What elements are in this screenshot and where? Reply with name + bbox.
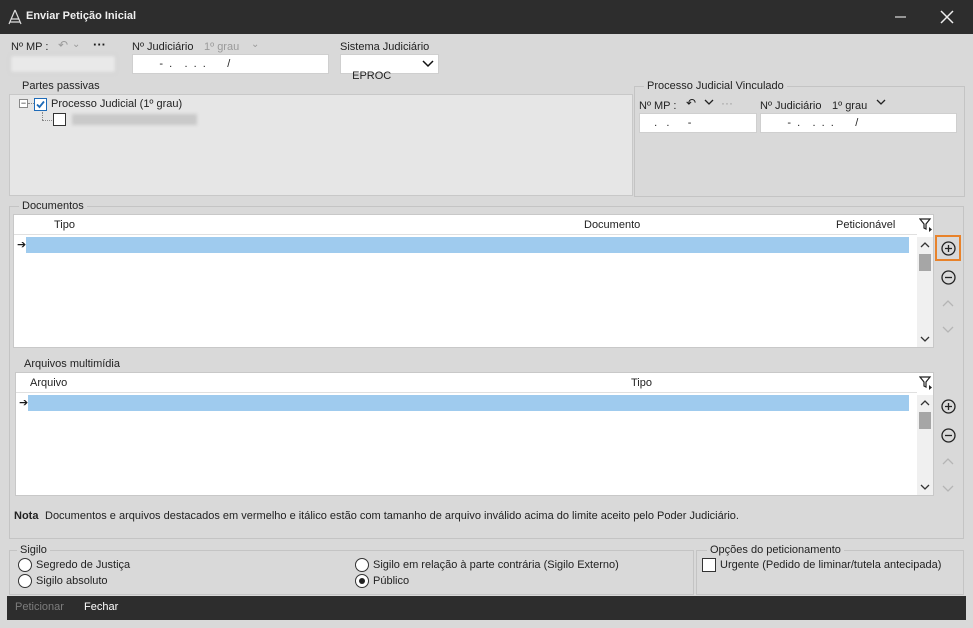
- tree-collapse-icon[interactable]: −: [19, 99, 28, 108]
- sistema-label: Sistema Judiciário: [340, 41, 430, 53]
- move-up-arquivo-button[interactable]: [935, 451, 961, 477]
- urgente-label: Urgente (Pedido de liminar/tutela anteci…: [720, 559, 942, 571]
- radio-externo-label: Sigilo em relação à parte contrária (Sig…: [373, 559, 619, 571]
- sigilo-title: Sigilo: [17, 544, 50, 556]
- vinc-grau-chevron-icon[interactable]: [876, 99, 886, 107]
- chevron-down-icon[interactable]: ⌄: [72, 39, 80, 50]
- njud-input[interactable]: - . . . . /: [132, 54, 329, 74]
- arquivos-scroll-up-icon[interactable]: [920, 399, 930, 407]
- vinc-more-icon[interactable]: ···: [721, 96, 733, 110]
- vinc-nmp-input[interactable]: . . -: [639, 113, 757, 133]
- close-button[interactable]: [924, 0, 970, 34]
- nmp-label: Nº MP :: [11, 41, 49, 53]
- radio-segredo-label: Segredo de Justiça: [36, 559, 131, 571]
- njud-label: Nº Judiciário: [132, 41, 194, 53]
- footer-bar: Peticionar Fechar: [7, 596, 966, 620]
- radio-publico[interactable]: [355, 574, 369, 588]
- minus-circle-icon: [940, 270, 956, 285]
- remove-documento-button[interactable]: [935, 265, 961, 291]
- arquivos-scrollbar[interactable]: [917, 395, 933, 495]
- move-down-documento-button[interactable]: [935, 320, 961, 346]
- partes-title: Partes passivas: [19, 80, 103, 92]
- urgente-checkbox[interactable]: [702, 558, 716, 572]
- radio-absoluto[interactable]: [18, 574, 32, 588]
- remove-arquivo-button[interactable]: [935, 423, 961, 449]
- add-documento-button[interactable]: [935, 235, 961, 261]
- nmp-input[interactable]: [10, 55, 116, 73]
- undo-icon[interactable]: ↶: [58, 38, 68, 52]
- more-icon[interactable]: ···: [93, 37, 106, 52]
- vinc-nmp-label: Nº MP :: [639, 100, 677, 112]
- minus-circle-icon: [940, 428, 956, 443]
- tree-root-label: Processo Judicial (1º grau): [51, 98, 183, 110]
- radio-publico-label: Público: [373, 575, 410, 587]
- documentos-title: Documentos: [19, 200, 87, 212]
- chevron-down-icon: [942, 485, 954, 492]
- plus-circle-icon: [940, 240, 956, 256]
- arquivos-title: Arquivos multimídia: [21, 358, 123, 370]
- move-up-documento-button[interactable]: [935, 293, 961, 319]
- radio-absoluto-label: Sigilo absoluto: [36, 575, 108, 587]
- njud-grau: 1º grau: [204, 41, 240, 53]
- fechar-button[interactable]: Fechar: [84, 601, 118, 613]
- radio-segredo[interactable]: [18, 558, 32, 572]
- documentos-grid: Tipo Documento Peticionável ➔: [13, 214, 934, 348]
- nota-label: Nota: [14, 510, 39, 522]
- title-bar: Enviar Petição Inicial: [0, 0, 973, 34]
- vinculado-title: Processo Judicial Vinculado: [644, 80, 787, 92]
- add-arquivo-button[interactable]: [935, 394, 961, 420]
- close-icon: [940, 10, 954, 24]
- arquivos-filter-icon[interactable]: [919, 376, 933, 390]
- grau-chevron-down-icon[interactable]: ⌄: [251, 39, 259, 50]
- opcoes-title: Opções do peticionamento: [707, 544, 844, 556]
- plus-circle-icon: [940, 399, 956, 414]
- partes-tree: − Processo Judicial (1º grau): [9, 94, 633, 196]
- vinc-undo-icon[interactable]: ↶: [686, 96, 696, 110]
- vinc-njud-grau: 1º grau: [832, 100, 868, 112]
- processo-checkbox[interactable]: [34, 98, 47, 111]
- table-row[interactable]: [28, 395, 909, 411]
- parte-name: [72, 114, 197, 125]
- col-tipo-arquivo[interactable]: Tipo: [631, 377, 652, 389]
- arquivos-scroll-thumb[interactable]: [919, 412, 931, 429]
- col-arquivo[interactable]: Arquivo: [30, 377, 67, 389]
- checkmark-icon: [36, 100, 45, 109]
- filter-icon[interactable]: [919, 218, 933, 232]
- arquivos-grid: Arquivo Tipo ➔: [15, 372, 934, 496]
- window-title: Enviar Petição Inicial: [26, 10, 137, 22]
- scroll-thumb[interactable]: [919, 254, 931, 271]
- chevron-down-icon: [942, 326, 954, 333]
- vinc-njud-input[interactable]: - . . . . /: [760, 113, 957, 133]
- arquivos-scroll-down-icon[interactable]: [920, 483, 930, 491]
- minimize-button[interactable]: [878, 0, 924, 34]
- arquivos-header: Arquivo Tipo: [16, 373, 917, 393]
- dropdown-chevron-icon: [422, 60, 434, 68]
- chevron-up-icon: [942, 300, 954, 307]
- col-tipo[interactable]: Tipo: [54, 219, 75, 231]
- minimize-icon: [895, 16, 906, 18]
- sistema-select[interactable]: EPROC: [340, 54, 439, 82]
- nota-text: Documentos e arquivos destacados em verm…: [45, 510, 739, 522]
- vinc-njud-label: Nº Judiciário: [760, 100, 822, 112]
- app-logo-icon: [8, 9, 22, 25]
- parte-checkbox[interactable]: [53, 113, 66, 126]
- col-peticionavel[interactable]: Peticionável: [836, 219, 895, 231]
- arquivos-row-pointer-icon: ➔: [19, 397, 29, 409]
- documentos-header: Tipo Documento Peticionável: [14, 215, 917, 235]
- peticionar-button[interactable]: Peticionar: [15, 601, 64, 613]
- documentos-scrollbar[interactable]: [917, 237, 933, 347]
- sigilo-group: [9, 550, 694, 595]
- sistema-value: EPROC: [352, 70, 392, 82]
- scroll-up-icon[interactable]: [920, 241, 930, 249]
- chevron-up-icon: [942, 458, 954, 465]
- scroll-down-icon[interactable]: [920, 335, 930, 343]
- vinc-chevron-down-icon[interactable]: [704, 99, 714, 107]
- table-row[interactable]: [26, 237, 909, 253]
- opcoes-group: [696, 550, 964, 595]
- radio-dot-icon: [359, 578, 365, 584]
- col-documento[interactable]: Documento: [584, 219, 640, 231]
- radio-externo[interactable]: [355, 558, 369, 572]
- row-pointer-icon: ➔: [17, 239, 27, 251]
- move-down-arquivo-button[interactable]: [935, 479, 961, 505]
